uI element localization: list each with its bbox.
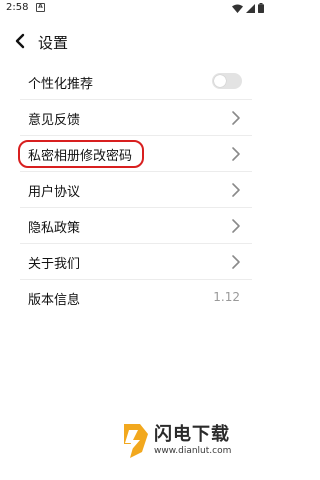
watermark-title: 闪电下载 bbox=[154, 424, 230, 445]
back-button[interactable] bbox=[10, 30, 32, 52]
lightning-logo-icon bbox=[124, 424, 148, 458]
page-title: 设置 bbox=[38, 34, 69, 52]
setting-label: 个性化推荐 bbox=[28, 77, 94, 92]
setting-row-personalized-recommend: 个性化推荐 bbox=[20, 64, 252, 100]
chevron-left-icon bbox=[15, 33, 25, 49]
setting-row-about-us[interactable]: 关于我们 bbox=[20, 244, 252, 280]
signal-icon bbox=[246, 3, 255, 13]
setting-row-version-info: 版本信息 1.12 bbox=[20, 280, 252, 316]
version-value: 1.12 bbox=[213, 290, 240, 304]
wifi-icon bbox=[232, 4, 243, 13]
setting-row-user-agreement[interactable]: 用户协议 bbox=[20, 172, 252, 208]
watermark-url: www.dianlut.com bbox=[154, 446, 232, 456]
setting-label: 用户协议 bbox=[28, 185, 81, 200]
status-bar: 2:58 A bbox=[0, 0, 270, 18]
setting-label: 意见反馈 bbox=[28, 113, 81, 128]
status-time: 2:58 bbox=[6, 2, 29, 13]
setting-row-feedback[interactable]: 意见反馈 bbox=[20, 100, 252, 136]
chevron-right-icon bbox=[232, 111, 240, 125]
setting-label: 关于我们 bbox=[28, 257, 81, 272]
battery-icon bbox=[258, 3, 264, 13]
chevron-right-icon bbox=[232, 255, 240, 269]
toggle-knob bbox=[214, 75, 226, 87]
chevron-right-icon bbox=[232, 147, 240, 161]
chevron-right-icon bbox=[232, 183, 240, 197]
setting-label: 隐私政策 bbox=[28, 221, 81, 236]
notification-a-icon: A bbox=[36, 3, 45, 12]
setting-label: 版本信息 bbox=[28, 293, 81, 308]
highlight-box bbox=[18, 140, 144, 168]
watermark: 闪电下载 www.dianlut.com bbox=[120, 420, 260, 464]
chevron-right-icon bbox=[232, 219, 240, 233]
setting-row-privacy-policy[interactable]: 隐私政策 bbox=[20, 208, 252, 244]
status-icons bbox=[232, 3, 264, 13]
header: 设置 bbox=[0, 26, 270, 56]
personalized-recommend-toggle[interactable] bbox=[212, 73, 242, 89]
